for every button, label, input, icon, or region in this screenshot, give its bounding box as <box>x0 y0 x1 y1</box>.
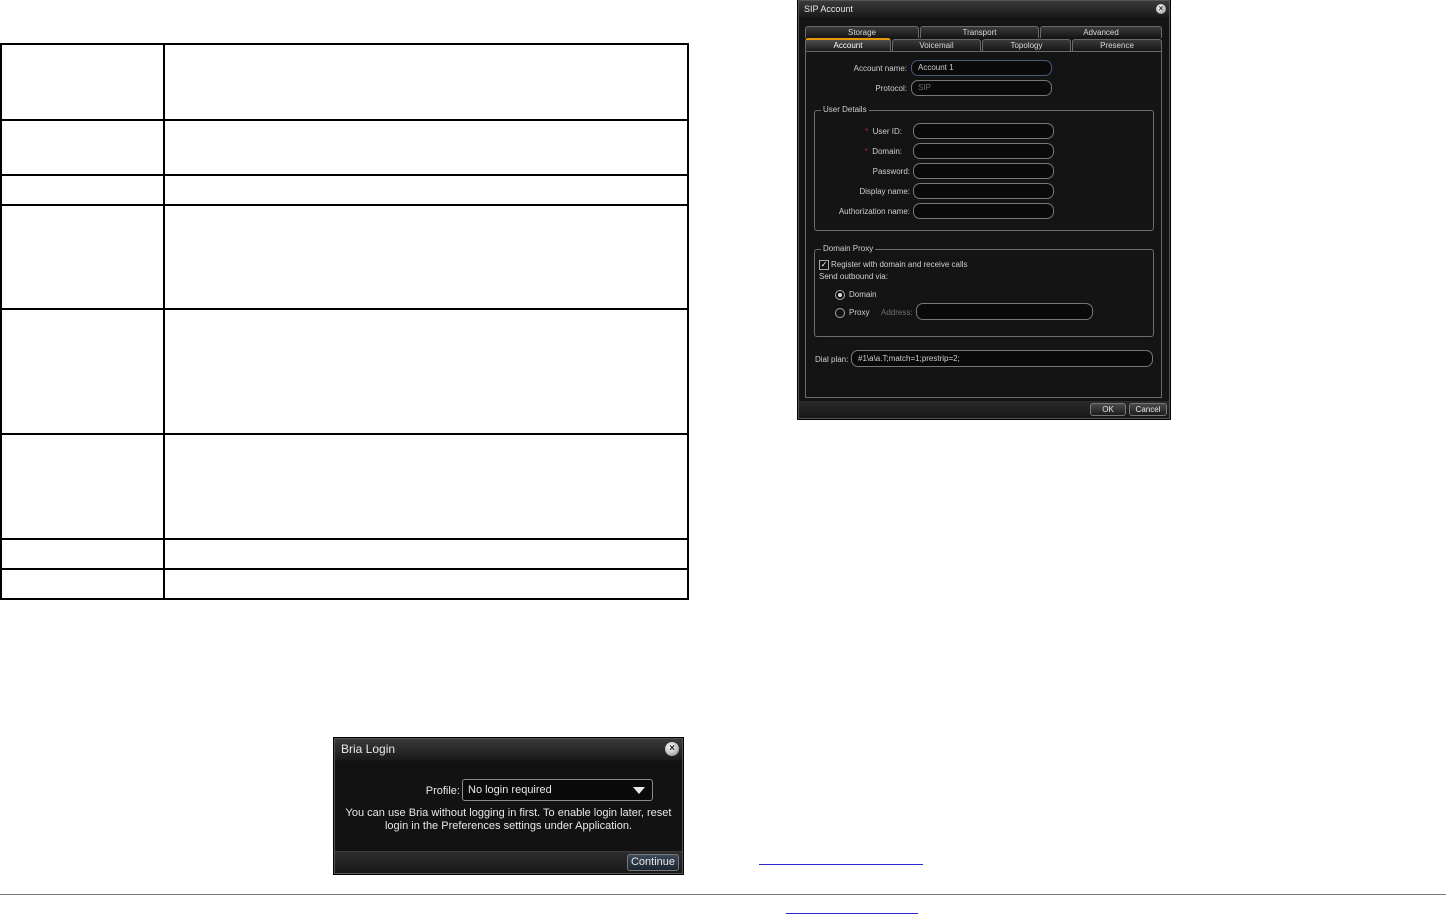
bria-message-line2: login in the Preferences settings under … <box>384 820 633 832</box>
proxy-radio[interactable] <box>835 308 845 318</box>
user-details-title: User Details <box>821 105 869 115</box>
document-table <box>0 43 689 600</box>
table-cell-description <box>163 43 689 121</box>
password-label: Password: <box>872 167 910 176</box>
table-cell-label <box>0 568 165 600</box>
bria-message: You can use Bria without logging in firs… <box>343 807 674 833</box>
profile-label: Profile: <box>425 785 460 797</box>
tab-voicemail[interactable]: Voicemail <box>892 39 981 51</box>
domain-label: * Domain: <box>864 147 902 156</box>
account-name-label: Account name: <box>853 64 907 73</box>
protocol-field: SIP <box>911 80 1052 96</box>
table-row <box>0 119 689 176</box>
domain-proxy-group: Domain Proxy ✓ Register with domain and … <box>814 244 1154 337</box>
proxy-radio-label: Proxy <box>849 308 870 317</box>
tab-storage[interactable]: Storage <box>805 26 919 38</box>
bria-dialog-title: Bria Login <box>341 742 396 756</box>
close-icon[interactable]: × <box>1156 4 1166 14</box>
tab-transport[interactable]: Transport <box>920 26 1039 38</box>
footer-divider <box>0 894 1446 895</box>
table-cell-label <box>0 119 165 176</box>
bria-login-dialog: Bria Login × Profile: No login required … <box>334 738 683 874</box>
table-cell-label <box>0 538 165 570</box>
sip-button-bar: OK Cancel <box>799 401 1169 418</box>
continue-button[interactable]: Continue <box>627 854 679 871</box>
chevron-down-icon <box>633 787 645 794</box>
table-row <box>0 308 689 435</box>
address-label: Address: <box>881 308 913 317</box>
authorization-name-field[interactable] <box>913 203 1054 219</box>
sip-titlebar[interactable]: SIP Account <box>799 1 1169 17</box>
domain-radio[interactable] <box>835 290 845 300</box>
user-id-label: * User ID: <box>865 127 902 136</box>
table-cell-label <box>0 43 165 121</box>
bria-footer: Continue <box>335 851 682 873</box>
table-cell-label <box>0 204 165 310</box>
hyperlink-underline[interactable] <box>786 913 918 914</box>
tab-advanced[interactable]: Advanced <box>1040 26 1162 38</box>
account-tab-panel: Account name: Account 1 Protocol: SIP Us… <box>805 51 1162 398</box>
table-row <box>0 433 689 540</box>
table-row <box>0 538 689 570</box>
table-cell-description <box>163 433 689 540</box>
tab-topology[interactable]: Topology <box>982 39 1071 51</box>
domain-radio-label: Domain <box>849 290 877 299</box>
display-name-label: Display name: <box>859 187 910 196</box>
tab-account[interactable]: Account <box>805 38 891 51</box>
sip-account-dialog: SIP Account × Storage Transport Advanced… <box>798 0 1170 419</box>
table-row <box>0 204 689 310</box>
profile-select-value: No login required <box>468 784 552 796</box>
table-cell-description <box>163 308 689 435</box>
domain-field[interactable] <box>913 143 1054 159</box>
account-name-field[interactable]: Account 1 <box>911 60 1052 76</box>
sip-dialog-title: SIP Account <box>804 4 853 14</box>
send-outbound-label: Send outbound via: <box>819 272 888 281</box>
address-field[interactable] <box>916 303 1093 320</box>
user-id-field[interactable] <box>913 123 1054 139</box>
register-checkbox[interactable]: ✓ <box>819 260 829 270</box>
table-cell-description <box>163 538 689 570</box>
user-details-group: User Details * User ID: * Domain: Passwo… <box>814 105 1154 231</box>
table-cell-description <box>163 204 689 310</box>
hyperlink-underline[interactable] <box>759 864 923 865</box>
close-icon[interactable]: × <box>665 742 679 756</box>
domain-proxy-title: Domain Proxy <box>821 244 876 254</box>
authorization-name-label: Authorization name: <box>838 207 910 216</box>
table-cell-label <box>0 174 165 206</box>
table-cell-label <box>0 433 165 540</box>
table-row <box>0 43 689 121</box>
dial-plan-label: Dial plan: <box>815 355 849 364</box>
bria-message-line1: You can use Bria without logging in firs… <box>345 807 672 819</box>
table-cell-description <box>163 568 689 600</box>
password-field[interactable] <box>913 163 1054 179</box>
table-cell-description <box>163 174 689 206</box>
table-row <box>0 568 689 600</box>
bria-titlebar[interactable]: Bria Login <box>335 739 682 760</box>
table-cell-description <box>163 119 689 176</box>
table-row <box>0 174 689 206</box>
required-mark: * <box>865 127 869 136</box>
dial-plan-field[interactable]: #1\a\a.T;match=1;prestrip=2; <box>851 350 1153 367</box>
register-label: Register with domain and receive calls <box>831 260 968 269</box>
profile-select[interactable]: No login required <box>462 779 653 801</box>
tab-presence[interactable]: Presence <box>1072 39 1162 51</box>
display-name-field[interactable] <box>913 183 1054 199</box>
protocol-label: Protocol: <box>875 84 907 93</box>
ok-button[interactable]: OK <box>1090 403 1126 416</box>
table-cell-label <box>0 308 165 435</box>
required-mark: * <box>864 147 868 156</box>
cancel-button[interactable]: Cancel <box>1129 403 1167 416</box>
